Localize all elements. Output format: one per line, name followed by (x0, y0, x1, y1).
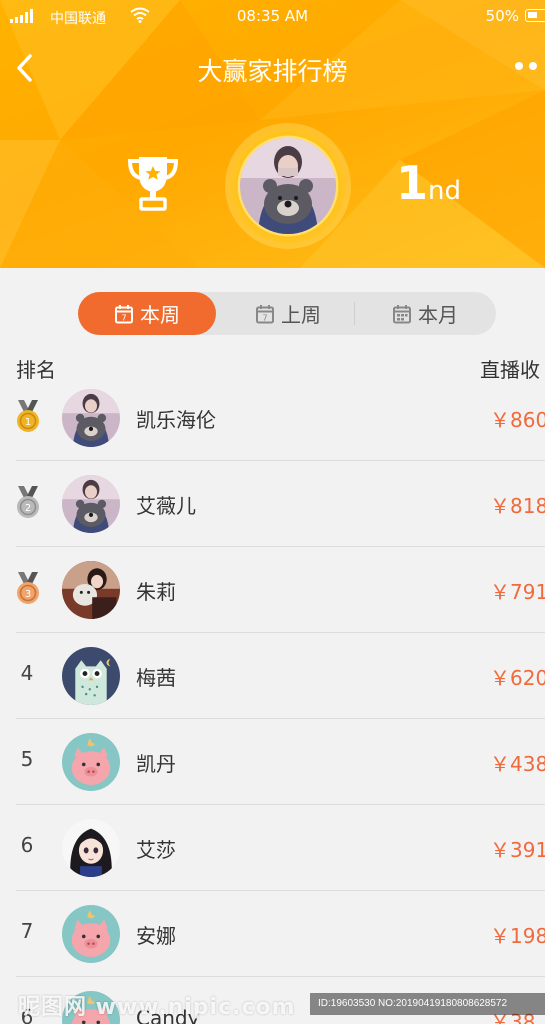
user-name: 安娜 (136, 924, 176, 948)
tab-this-month[interactable]: 本月 (360, 292, 490, 335)
girl-with-bear-avatar-icon (240, 138, 336, 234)
tab-last-week[interactable]: 7 上周 (224, 292, 352, 335)
user-name: 艾莎 (136, 838, 176, 862)
battery-icon (525, 9, 545, 22)
tab-divider (354, 302, 355, 325)
owl-cat-avatar-icon[interactable] (62, 647, 120, 705)
tab-this-week[interactable]: 7 本周 (78, 292, 216, 335)
more-dot (529, 62, 537, 70)
leaderboard-row[interactable]: 2 艾薇儿 ￥818 (0, 461, 545, 547)
leaderboard-row[interactable]: 3 朱莉 ￥791 (0, 547, 545, 633)
user-name: 凯乐海伦 (136, 408, 216, 432)
svg-text:7: 7 (262, 313, 267, 322)
tab-this-month-label: 本月 (418, 303, 458, 327)
nav-bar: 大赢家排行榜 (0, 40, 545, 96)
income-amount: ￥860 (490, 408, 545, 432)
leaderboard-row[interactable]: 6 艾莎 ￥391 (0, 805, 545, 891)
silver-medal-icon: 2 (14, 486, 42, 520)
tab-this-week-label: 本周 (140, 303, 180, 327)
leaderboard-row[interactable]: 5 凯丹 ￥438 (0, 719, 545, 805)
more-dots-icon (515, 62, 523, 70)
period-tabs: 7 本周 7 上周 本月 (78, 292, 496, 335)
tab-last-week-label: 上周 (281, 303, 321, 327)
girl-with-plush-avatar-icon[interactable] (62, 561, 120, 619)
calendar-icon: 7 (115, 304, 133, 323)
svg-text:3: 3 (25, 589, 31, 600)
champion-rank-number: 1 (396, 156, 429, 210)
header-banner: 中国联通 08:35 AM 50% 大赢家排行榜 1nd (0, 0, 545, 268)
calendar-icon: 7 (256, 304, 274, 323)
girl-with-bear-avatar-icon[interactable] (62, 475, 120, 533)
watermark-site: 昵图网 www.nipic.com (18, 995, 296, 1020)
svg-text:7: 7 (121, 313, 126, 322)
svg-text:1: 1 (25, 417, 31, 428)
income-amount: ￥620 (490, 666, 545, 690)
trophy-icon (127, 157, 179, 211)
income-amount: ￥438 (490, 752, 545, 776)
champion-rank-suffix: nd (428, 176, 461, 206)
user-name: 梅茜 (136, 666, 176, 690)
champion-rank: 1nd (396, 156, 461, 210)
pink-pig-avatar-icon[interactable] (62, 733, 120, 791)
rank-number: 6 (20, 833, 34, 857)
page-title: 大赢家排行榜 (197, 57, 348, 86)
bronze-medal-icon: 3 (14, 572, 42, 606)
champion-avatar[interactable] (240, 138, 336, 234)
svg-text:2: 2 (25, 503, 31, 514)
girl-with-bear-avatar-icon[interactable] (62, 389, 120, 447)
income-amount: ￥791 (490, 580, 545, 604)
leaderboard-row[interactable]: 4 梅茜 ￥620 (0, 633, 545, 719)
more-button[interactable] (515, 58, 545, 78)
clock: 08:35 AM (236, 7, 309, 25)
user-name: 朱莉 (136, 580, 176, 604)
anime-girl-avatar-icon[interactable] (62, 819, 120, 877)
status-bar: 中国联通 08:35 AM 50% (0, 0, 545, 34)
income-amount: ￥198 (490, 924, 545, 948)
pink-pig-avatar-icon[interactable] (62, 905, 120, 963)
income-amount: ￥391 (490, 838, 545, 862)
calendar-month-icon (393, 304, 411, 323)
watermark-id: ID:19603530 NO:20190419180808628572 (310, 993, 545, 1015)
rank-number: 7 (20, 919, 34, 943)
battery-percent: 50% (485, 7, 519, 25)
rank-number: 4 (20, 661, 34, 685)
income-amount: ￥818 (490, 494, 545, 518)
rank-number: 5 (20, 747, 34, 771)
leaderboard-row[interactable]: 1 凯乐海伦 ￥860 (0, 375, 545, 461)
user-name: 凯丹 (136, 752, 176, 776)
user-name: 艾薇儿 (136, 494, 196, 518)
gold-medal-icon: 1 (14, 400, 42, 434)
leaderboard-row[interactable]: 7 安娜 ￥198 (0, 891, 545, 977)
